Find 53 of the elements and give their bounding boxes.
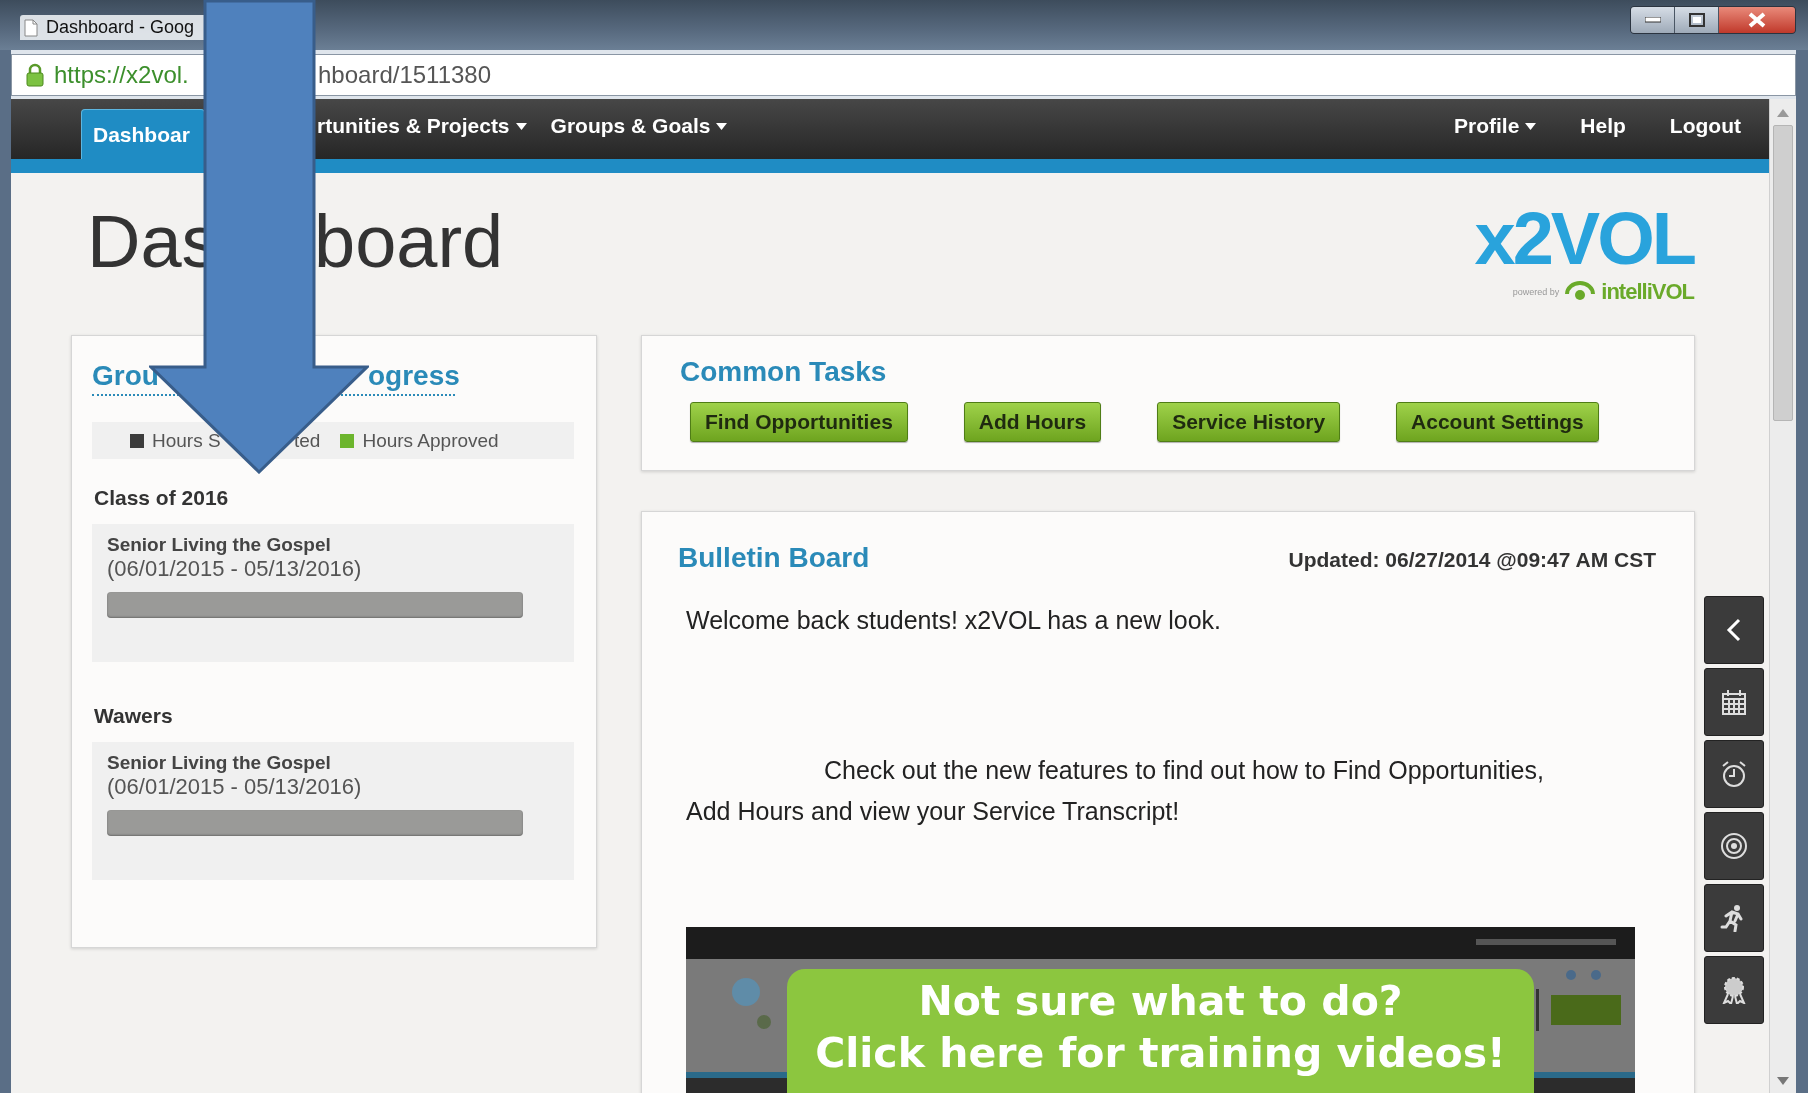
updated-timestamp: Updated: 06/27/2014 @09:47 AM CST [1288, 548, 1656, 572]
nav-tab[interactable]: Profile [1452, 99, 1545, 159]
alarm-button[interactable] [1704, 740, 1764, 808]
close-button[interactable] [1719, 7, 1795, 33]
award-button[interactable] [1704, 956, 1764, 1024]
award-ribbon-icon [1720, 976, 1748, 1004]
goal-dates: (06/01/2015 - 05/13/2016) [107, 556, 363, 582]
logo-tagline: powered by [1512, 287, 1560, 297]
alarm-clock-icon [1720, 760, 1748, 788]
target-button[interactable] [1704, 812, 1764, 880]
scroll-up-icon [1777, 109, 1789, 117]
close-icon [1748, 12, 1766, 28]
document-icon [24, 18, 38, 37]
panel-title: Bulletin Board [678, 542, 870, 574]
target-icon [1720, 832, 1748, 860]
task-button[interactable]: Service History [1157, 402, 1341, 442]
collapse-button[interactable] [1704, 596, 1764, 664]
scrollbar-thumb[interactable] [1773, 125, 1793, 421]
panel-title: ogress [368, 360, 460, 392]
panel-title: Grou [92, 360, 159, 391]
lock-icon [26, 63, 44, 87]
task-button[interactable]: Add Hours [963, 402, 1102, 442]
calendar-button[interactable] [1704, 668, 1764, 736]
nav-tab[interactable]: Help [1578, 99, 1634, 159]
bulletin-text: Check out the new features to find out how to Find Opportunities, Add Hours and view your Service Transcript! [686, 755, 1545, 827]
group-name: Class of 2016 [94, 486, 230, 510]
calendar-icon [1720, 688, 1748, 716]
nav-tab[interactable]: Groups & Goals [548, 99, 736, 159]
maximize-icon [1688, 13, 1705, 27]
nav-tab[interactable]: Logout [1667, 99, 1749, 159]
nav-tab[interactable]: rtunities & Projects [315, 99, 535, 159]
legend-label: Hours Approved [362, 429, 499, 452]
minimize-button[interactable] [1631, 7, 1675, 33]
window-title: Dashboard - Goog [46, 17, 195, 38]
task-button[interactable]: Account Settings [1396, 402, 1599, 442]
scroll-down-icon [1777, 1077, 1789, 1085]
group-name: Wawers [94, 704, 174, 728]
page-heading: board [314, 199, 504, 284]
goal-title: Senior Living the Gospel [107, 752, 332, 774]
bulletin-text: Welcome back students! x2VOL has a new look. [686, 605, 1222, 636]
goal-dates: (06/01/2015 - 05/13/2016) [107, 774, 363, 800]
legend-label: ted [294, 429, 321, 452]
runner-button[interactable] [1704, 884, 1764, 952]
partner-logo: intelliVOL [1601, 279, 1694, 305]
maximize-button[interactable] [1675, 7, 1719, 33]
brand-logo: x2VOL [1474, 199, 1694, 279]
minimize-icon [1644, 17, 1661, 23]
goal-title: Senior Living the Gospel [107, 534, 332, 556]
task-button[interactable]: Find Opportunities [690, 402, 908, 442]
nav-tab[interactable]: Dashboar [81, 109, 205, 159]
panel-title: Common Tasks [680, 356, 888, 388]
legend-label: Hours S [152, 429, 221, 451]
address-field[interactable]: https://x2vol. hboard/1511380 [11, 54, 1796, 96]
